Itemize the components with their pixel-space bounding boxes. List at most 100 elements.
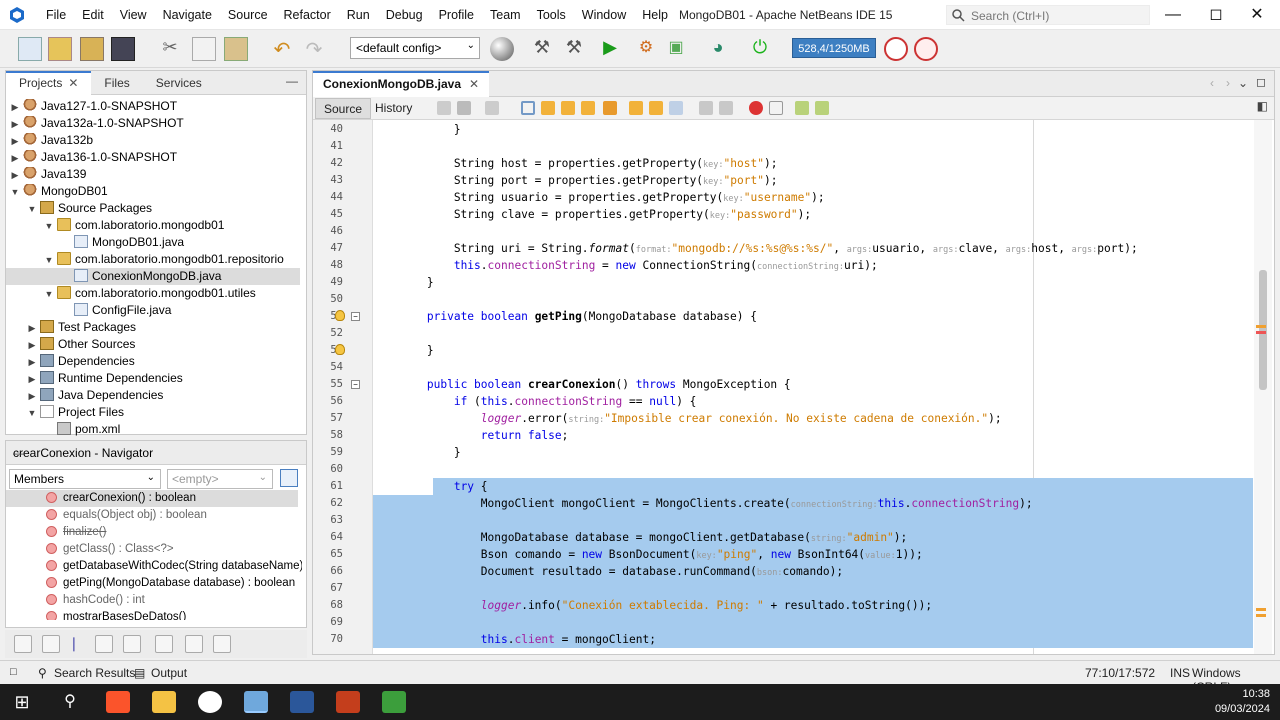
tree-item[interactable]: ▼ com.laboratorio.mongodb01.repositorio [6, 251, 300, 268]
code-line[interactable]: String clave = properties.getProperty(ke… [373, 206, 811, 223]
tab-projects[interactable]: Projects ✕ [6, 70, 92, 95]
expand-arrow-icon[interactable]: ▼ [9, 184, 21, 201]
code-line[interactable]: } [373, 274, 434, 291]
filter-inherited-icon[interactable] [95, 635, 113, 653]
code-line[interactable]: Document resultado = database.runCommand… [373, 563, 843, 580]
code-line[interactable]: if (this.connectionString == null) { [373, 393, 697, 410]
code-line[interactable]: String port = properties.getProperty(key… [373, 172, 778, 189]
shift-right-icon[interactable] [719, 101, 733, 115]
tree-item[interactable]: ▶ Runtime Dependencies [6, 370, 300, 387]
taskbar-search-icon[interactable]: ⚲ [58, 691, 82, 713]
toggle-highlight-icon[interactable] [581, 101, 595, 115]
menu-file[interactable]: File [38, 8, 74, 22]
members-select[interactable]: Members ⌄ [9, 469, 161, 489]
code-line[interactable]: return false; [373, 427, 569, 444]
sort-by-name-icon[interactable] [185, 635, 203, 653]
code-line[interactable]: String usuario = properties.getProperty(… [373, 189, 825, 206]
code-line[interactable]: String uri = String.format(format:"mongo… [373, 240, 1138, 257]
navigator-options-icon[interactable] [280, 469, 298, 487]
menu-run[interactable]: Run [339, 8, 378, 22]
member-item[interactable]: finalize() [6, 524, 298, 541]
scroll-tabs-left-icon[interactable]: ‹ [1210, 76, 1214, 90]
new-project-icon[interactable] [48, 37, 72, 61]
expand-arrow-icon[interactable]: ▶ [26, 371, 38, 388]
debug-icon[interactable]: ⚙ [634, 37, 658, 61]
expand-arrow-icon[interactable]: ▼ [26, 201, 38, 218]
save-all-icon[interactable] [111, 37, 135, 61]
gc-icon[interactable] [884, 37, 908, 61]
code-line[interactable]: logger.info("Conexión extablecida. Ping:… [373, 597, 932, 614]
code-line[interactable]: try { [373, 478, 488, 495]
find-selection-icon[interactable] [521, 101, 535, 115]
expand-arrow-icon[interactable]: ▶ [26, 320, 38, 337]
code-area[interactable]: } String host = properties.getProperty(k… [373, 120, 1253, 654]
windows-start-icon[interactable]: ⊞ [10, 691, 34, 713]
code-line[interactable]: MongoDatabase database = mongoClient.get… [373, 529, 908, 546]
tree-item[interactable]: ▶ Test Packages [6, 319, 300, 336]
test-icon[interactable]: ◕ [706, 37, 730, 61]
code-line[interactable]: } [373, 444, 461, 461]
expand-arrow-icon[interactable]: ▼ [43, 286, 55, 303]
powerpoint-icon[interactable] [336, 691, 360, 713]
next-bookmark-icon[interactable] [649, 101, 663, 115]
whatsapp-icon[interactable] [198, 691, 222, 713]
caret-position[interactable]: 77:10/17:572 [1085, 666, 1155, 680]
warning-mark[interactable] [1256, 325, 1266, 328]
scroll-tabs-right-icon[interactable]: › [1226, 76, 1230, 90]
menu-team[interactable]: Team [482, 8, 529, 22]
search-results-button[interactable]: Search Results [54, 666, 135, 680]
scrollbar-thumb[interactable] [1259, 270, 1267, 390]
redo-icon[interactable]: ↷ [302, 37, 326, 61]
expand-arrow-icon[interactable]: ▼ [43, 218, 55, 235]
code-line[interactable]: this.connectionString = new ConnectionSt… [373, 257, 878, 274]
minimize-pane-icon[interactable]: — [13, 446, 298, 460]
tree-item[interactable]: ▼ Project Files [6, 404, 300, 421]
history-button[interactable]: History [367, 98, 420, 119]
maximize-editor-icon[interactable]: ◻ [1256, 75, 1266, 89]
comment-icon[interactable] [795, 101, 809, 115]
fold-toggle-icon[interactable]: − [351, 312, 360, 321]
run-icon[interactable]: ▶ [598, 37, 622, 61]
tree-item[interactable]: ▶ Other Sources [6, 336, 300, 353]
menu-view[interactable]: View [112, 8, 155, 22]
find-previous-icon[interactable] [541, 101, 555, 115]
brave-icon[interactable] [106, 691, 130, 713]
search-input[interactable]: Search (Ctrl+I) [946, 5, 1150, 25]
globe-icon[interactable] [490, 37, 514, 61]
config-select[interactable]: <default config> ⌄ [350, 37, 480, 59]
tree-item[interactable]: ▶ Java132b [6, 132, 300, 149]
tree-item[interactable]: ▶ Java Dependencies [6, 387, 300, 404]
menu-tools[interactable]: Tools [529, 8, 574, 22]
toggle-rect-selection-icon[interactable] [603, 101, 617, 115]
menu-debug[interactable]: Debug [378, 8, 431, 22]
fold-toggle-icon[interactable]: − [351, 380, 360, 389]
word-icon[interactable] [290, 691, 314, 713]
open-project-icon[interactable] [80, 37, 104, 61]
undo-icon[interactable]: ↶ [270, 37, 294, 61]
new-file-icon[interactable] [18, 37, 42, 61]
menu-profile[interactable]: Profile [431, 8, 482, 22]
error-mark[interactable] [1256, 331, 1266, 334]
warning-mark[interactable] [1256, 608, 1266, 611]
code-line[interactable]: public boolean crearConexion() throws Mo… [373, 376, 791, 393]
file-explorer-icon[interactable] [152, 691, 176, 713]
menu-source[interactable]: Source [220, 8, 276, 22]
tree-item[interactable]: ConfigFile.java [6, 302, 300, 319]
back-icon[interactable] [457, 101, 471, 115]
tree-item[interactable]: ▼ MongoDB01 [6, 183, 300, 200]
filter-fields-icon[interactable] [14, 635, 32, 653]
shift-left-icon[interactable] [699, 101, 713, 115]
menu-navigate[interactable]: Navigate [155, 8, 220, 22]
maximize-button[interactable]: ◻ [1203, 4, 1229, 26]
expand-arrow-icon[interactable]: ▶ [9, 133, 21, 150]
hint-bulb-icon[interactable] [335, 310, 345, 321]
notepad-icon[interactable] [382, 691, 406, 713]
tree-item[interactable]: ▶ Java132a-1.0-SNAPSHOT [6, 115, 300, 132]
menu-refactor[interactable]: Refactor [276, 8, 339, 22]
editor-scrollbar[interactable] [1254, 120, 1272, 654]
tree-item[interactable]: ▼ Source Packages [6, 200, 300, 217]
member-item[interactable]: mostrarBasesDeDatos() [6, 609, 298, 620]
hint-bulb-icon[interactable] [335, 344, 345, 355]
previous-bookmark-icon[interactable] [629, 101, 643, 115]
expand-arrow-icon[interactable]: ▶ [26, 354, 38, 371]
